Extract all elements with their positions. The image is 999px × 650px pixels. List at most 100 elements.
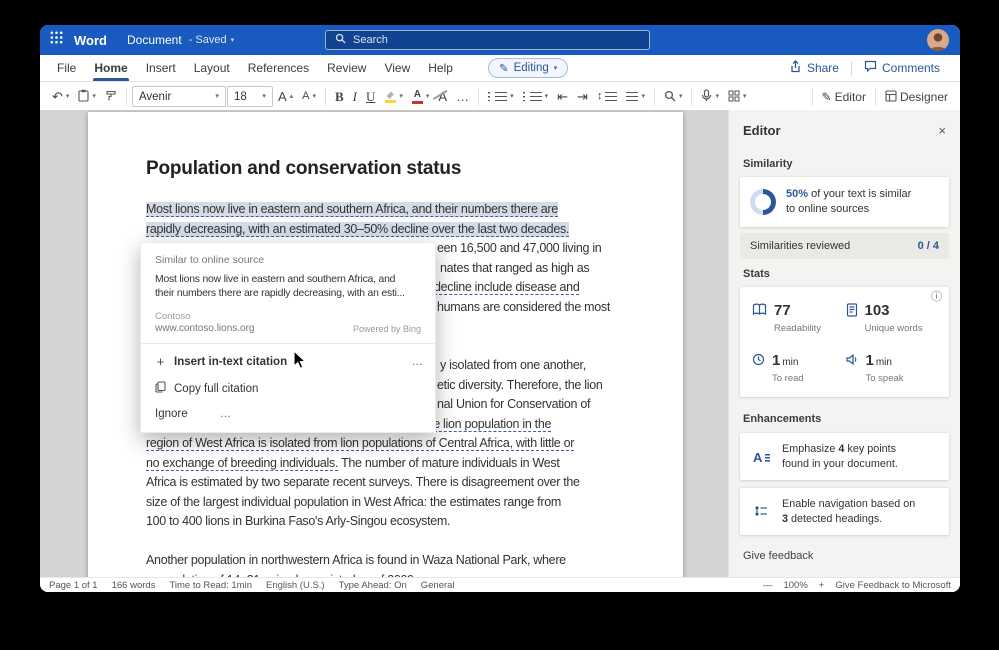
font-color-icon: A xyxy=(411,89,423,104)
stat-readability: 77 Readability xyxy=(752,302,846,334)
divider xyxy=(811,87,813,106)
tab-help[interactable]: Help xyxy=(419,55,462,81)
copy-citation-button[interactable]: Copy full citation xyxy=(141,375,435,402)
italic-button[interactable]: I xyxy=(349,88,361,105)
similarity-percentage: 50% xyxy=(786,188,809,200)
chevron-down-icon: ▾ xyxy=(553,64,558,72)
word-window: Word Document - Saved ▾ Search File Home… xyxy=(40,25,960,592)
clear-formatting-button[interactable]: A xyxy=(434,88,451,105)
flagged-text[interactable]: no exchange of breeding individuals. xyxy=(146,455,338,471)
give-feedback-link[interactable]: Give feedback xyxy=(740,550,949,562)
flagged-text[interactable]: decline include disease and xyxy=(434,280,580,295)
stat-label: Readability xyxy=(774,323,821,334)
shrink-font-icon: A xyxy=(302,90,310,102)
editor-button-label: Editor xyxy=(834,89,866,104)
time-to-read[interactable]: Time to Read: 1min xyxy=(169,580,252,591)
close-icon[interactable]: × xyxy=(938,124,946,137)
stat-unit: min xyxy=(782,357,799,368)
tab-view[interactable]: View xyxy=(375,55,419,81)
type-ahead-indicator[interactable]: Type Ahead: On xyxy=(339,580,407,591)
comments-label: Comments xyxy=(881,61,940,75)
font-color-button[interactable]: A ▾ xyxy=(408,88,434,106)
feedback-link[interactable]: Give Feedback to Microsoft xyxy=(835,580,951,591)
ignore-button[interactable]: Ignore … xyxy=(141,402,435,426)
more-options-icon[interactable]: … xyxy=(220,408,232,420)
font-name-select[interactable]: Avenir ▾ xyxy=(131,86,226,107)
flagged-text[interactable]: rapidly decreasing, with an estimated 30… xyxy=(146,221,569,237)
save-status[interactable]: - Saved ▾ xyxy=(189,34,234,46)
avatar[interactable] xyxy=(927,29,949,51)
more-options-icon[interactable]: … xyxy=(412,356,424,368)
status-bar-right: — 100% + Give Feedback to Microsoft xyxy=(763,580,951,591)
flagged-text[interactable]: Most lions now live in eastern and south… xyxy=(146,202,558,217)
divider xyxy=(478,87,480,106)
share-button[interactable]: Share xyxy=(777,60,851,76)
doc-line: rapidly decreasing, with an estimated 30… xyxy=(146,220,625,240)
more-formatting-button[interactable]: … xyxy=(452,88,473,105)
zoom-out-button[interactable]: — xyxy=(763,580,773,591)
paste-button[interactable]: ▾ xyxy=(74,87,100,106)
editing-mode-button[interactable]: ✎ Editing ▾ xyxy=(487,58,569,78)
designer-button[interactable]: Designer xyxy=(881,88,952,106)
font-size-select[interactable]: 18 ▾ xyxy=(226,86,273,107)
similarities-reviewed-label: Similarities reviewed xyxy=(750,240,851,252)
tab-file[interactable]: File xyxy=(48,55,85,81)
editor-button[interactable]: ✎ Editor xyxy=(818,89,870,105)
increase-indent-button[interactable]: ⇥ xyxy=(573,88,592,105)
doc-line: 100 to 400 lions in Burkina Faso's Arly-… xyxy=(146,512,625,532)
book-icon xyxy=(752,303,767,321)
align-button[interactable]: ▾ xyxy=(622,90,649,103)
bold-button[interactable]: B xyxy=(331,88,348,105)
insert-citation-button[interactable]: + Insert in-text citation … xyxy=(141,348,435,375)
emphasize-text: Emphasize 4 key points found in your doc… xyxy=(782,442,898,471)
shrink-font-button[interactable]: A ▾ xyxy=(298,89,320,104)
underline-button[interactable]: U xyxy=(362,88,379,105)
similarity-card[interactable]: 50% of your text is similar to online so… xyxy=(740,177,949,227)
tab-home[interactable]: Home xyxy=(85,55,136,81)
document-title[interactable]: Document xyxy=(127,33,182,47)
chevron-down-icon: ▾ xyxy=(425,93,430,100)
comments-icon xyxy=(864,60,877,76)
undo-button[interactable]: ↶ ▾ xyxy=(48,88,73,105)
zoom-in-button[interactable]: + xyxy=(819,580,825,591)
styles-button[interactable]: ▾ xyxy=(724,88,751,106)
zoom-level[interactable]: 100% xyxy=(783,580,807,591)
flagged-text[interactable]: The lion population in the xyxy=(419,416,551,432)
language-indicator[interactable]: English (U.S.) xyxy=(266,580,325,591)
doc-text: y isolated from one another, xyxy=(440,358,586,372)
highlighter-icon xyxy=(384,90,396,103)
tab-layout[interactable]: Layout xyxy=(185,55,239,81)
plus-icon: + xyxy=(156,354,165,369)
tab-review[interactable]: Review xyxy=(318,55,375,81)
enable-navigation-card[interactable]: Enable navigation based on 3 detected he… xyxy=(740,488,949,535)
grow-font-button[interactable]: A ▴ xyxy=(274,88,297,105)
decrease-indent-button[interactable]: ⇤ xyxy=(553,88,572,105)
emphasize-key-points-card[interactable]: A Emphasize 4 key points found in your d… xyxy=(740,433,949,480)
editing-mode-label: Editing xyxy=(513,62,549,74)
find-button[interactable]: ▾ xyxy=(660,88,687,106)
flagged-text[interactable]: region of West Africa is isolated from l… xyxy=(146,436,574,451)
powered-by-label: Powered by Bing xyxy=(352,324,421,334)
page-indicator[interactable]: Page 1 of 1 xyxy=(49,580,98,591)
highlight-button[interactable]: ▾ xyxy=(380,88,407,105)
chevron-down-icon: ▾ xyxy=(215,93,219,100)
chevron-down-icon: ▾ xyxy=(641,93,645,100)
bullets-button[interactable]: ▾ xyxy=(484,90,518,103)
search-icon xyxy=(335,33,346,47)
word-count[interactable]: 166 words xyxy=(112,580,156,591)
numbering-button[interactable]: ▾ xyxy=(519,90,553,103)
sensitivity-label[interactable]: General xyxy=(421,580,455,591)
chevron-down-icon: ▾ xyxy=(544,93,549,100)
tab-insert[interactable]: Insert xyxy=(137,55,185,81)
comments-button[interactable]: Comments xyxy=(852,60,952,76)
format-painter-button[interactable] xyxy=(101,88,121,106)
info-icon[interactable]: ⓘ xyxy=(931,292,942,303)
similarities-reviewed-count[interactable]: 0 / 4 xyxy=(918,240,939,252)
search-input[interactable]: Search xyxy=(325,30,650,50)
line-spacing-button[interactable]: ↕ xyxy=(593,89,622,104)
tab-references[interactable]: References xyxy=(239,55,318,81)
chevron-down-icon: ▾ xyxy=(742,93,747,100)
source-url-link[interactable]: www.contoso.lions.org xyxy=(155,323,255,334)
dictate-button[interactable]: ▾ xyxy=(697,87,723,106)
app-launcher-button[interactable] xyxy=(40,25,72,55)
